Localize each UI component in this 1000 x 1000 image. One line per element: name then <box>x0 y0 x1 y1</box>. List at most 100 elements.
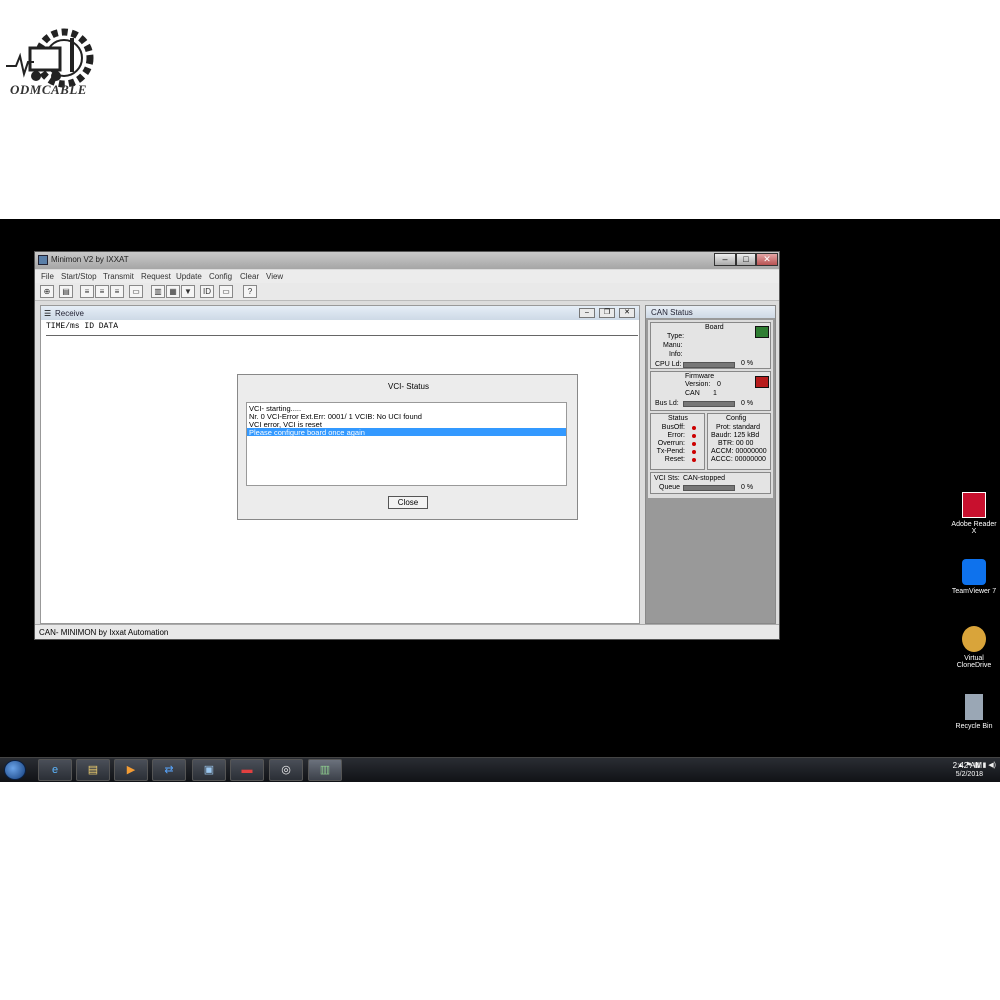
menu-update[interactable]: Update <box>176 272 202 281</box>
busoff-led <box>692 426 696 430</box>
status-text: CAN- MINIMON by Ixxat Automation <box>39 628 169 637</box>
teamviewer-icon <box>962 559 986 585</box>
list-item-selected[interactable]: Please configure board once again <box>249 428 365 437</box>
overrun-led <box>692 442 696 446</box>
config-heading: Config <box>726 415 747 422</box>
internet-explorer-icon[interactable]: e <box>38 759 72 781</box>
taskbar: e ▤ ▶ ⇄ ▣ ▬ ◎ ▥ ▲ ⚑ ▦ ▮ ◀) 2:42 AM 5/2/2… <box>0 757 1000 782</box>
chip-icon <box>755 376 769 388</box>
info-label: Info: <box>669 351 683 358</box>
desktop-icon-recycle-bin[interactable]: Recycle Bin <box>950 694 998 730</box>
vci-status-value: CAN-stopped <box>683 475 726 482</box>
toolbox-icon[interactable]: ▬ <box>230 759 264 781</box>
maximize-button[interactable]: □ <box>736 253 756 266</box>
filter-icon[interactable]: ▥ <box>151 285 165 298</box>
menu-file[interactable]: File <box>41 272 54 281</box>
panel-close-button[interactable]: ✕ <box>619 308 635 318</box>
version-value: 0 <box>717 381 721 388</box>
minimize-button[interactable]: – <box>714 253 736 266</box>
connect-icon[interactable]: ⊕ <box>40 285 54 298</box>
list-icon: ☰ <box>44 309 52 318</box>
bus-load-meter <box>683 401 735 407</box>
file-explorer-icon[interactable]: ▤ <box>76 759 110 781</box>
overrun-label: Overrun: <box>657 440 685 447</box>
update-icon[interactable]: ≡ <box>110 285 124 298</box>
remote-app-icon[interactable]: ▣ <box>192 759 226 781</box>
desktop-icon-adobe-reader[interactable]: Adobe Reader X <box>950 492 998 535</box>
desktop-icon-label: Recycle Bin <box>955 723 993 730</box>
clock-time[interactable]: 2:42 AM <box>953 761 982 770</box>
status-message-list[interactable]: VCI- starting..... Nr. 0 VCI-Error Ext.E… <box>246 402 567 486</box>
menu-view[interactable]: View <box>266 272 283 281</box>
menu-request[interactable]: Request <box>141 272 171 281</box>
menu-start-stop[interactable]: Start/Stop <box>61 272 97 281</box>
request-icon[interactable]: ≡ <box>95 285 109 298</box>
desktop-icon-teamviewer[interactable]: TeamViewer 7 <box>950 559 998 595</box>
can-status-body: Board Type: Manu: Info: CPU Ld: 0 % Firm… <box>648 320 773 498</box>
diagnostic-app-icon[interactable]: ◎ <box>269 759 303 781</box>
desktop-icon-label: Virtual CloneDrive <box>956 655 992 669</box>
desktop: Minimon V2 by IXXAT – □ ✕ File Start/Sto… <box>0 219 1000 782</box>
can-label: CAN <box>685 390 700 397</box>
prot-value: Prot: standard <box>716 424 760 431</box>
config-section: Config Prot: standard Baudr: 125 kBd BTR… <box>707 413 771 470</box>
close-button[interactable]: Close <box>388 496 428 509</box>
board-section: Board Type: Manu: Info: CPU Ld: 0 % <box>650 322 771 369</box>
help-button[interactable]: ? <box>243 285 257 298</box>
type-label: Type: <box>667 333 685 340</box>
bus-load-value: 0 % <box>741 400 754 407</box>
recycle-bin-icon <box>965 694 983 720</box>
queue-label: Queue <box>659 484 681 491</box>
baudrate-value: Baudr: 125 kBd <box>711 432 760 439</box>
ixxat-app-icon[interactable]: ▥ <box>308 759 342 781</box>
cpu-load-meter <box>683 362 735 368</box>
dialog-title: VCI- Status <box>388 382 429 391</box>
can-status-panel: CAN Status Board Type: Manu: Info: CPU L… <box>645 305 776 624</box>
firmware-heading: Firmware <box>685 373 715 380</box>
tx-pend-label: Tx-Pend: <box>656 448 685 455</box>
busoff-label: BusOff: <box>661 424 685 431</box>
receive-title-bar: ☰ Receive – ❐ ✕ <box>41 306 639 320</box>
grid-icon[interactable]: ▦ <box>166 285 180 298</box>
error-label: Error: <box>667 432 686 439</box>
transmit-icon[interactable]: ≡ <box>80 285 94 298</box>
media-player-icon[interactable]: ▶ <box>114 759 148 781</box>
vci-status-dialog: VCI- Status VCI- starting..... Nr. 0 VCI… <box>237 374 578 520</box>
save-icon[interactable]: ▭ <box>129 285 143 298</box>
menu-clear[interactable]: Clear <box>240 272 259 281</box>
close-window-button[interactable]: ✕ <box>756 253 778 266</box>
menu-transmit[interactable]: Transmit <box>103 272 134 281</box>
version-label: Version: <box>685 381 711 388</box>
window-title: Minimon V2 by IXXAT <box>51 255 129 264</box>
desktop-icon-virtual-clonedrive[interactable]: Virtual CloneDrive <box>950 626 998 669</box>
desktop-icon-label: TeamViewer 7 <box>951 588 997 595</box>
manu-label: Manu: <box>663 342 683 349</box>
pdf-icon <box>962 492 986 518</box>
can-status-title: CAN Status <box>651 308 693 317</box>
title-bar[interactable]: Minimon V2 by IXXAT – □ ✕ <box>35 252 779 269</box>
funnel-icon[interactable]: ▼ <box>181 285 195 298</box>
status-section: Status BusOff: Error: Overrun: Tx-Pend: … <box>650 413 705 470</box>
toolbar: ⊕ ▤ ≡ ≡ ≡ ▭ ▥ ▦ ▼ ID ▭ ? <box>35 283 779 301</box>
panel-restore-button[interactable]: ❐ <box>599 308 615 318</box>
menu-config[interactable]: Config <box>209 272 232 281</box>
window-icon[interactable]: ▭ <box>219 285 233 298</box>
teamviewer-taskbar-icon[interactable]: ⇄ <box>152 759 186 781</box>
board-icon[interactable]: ▤ <box>59 285 73 298</box>
minimon-window: Minimon V2 by IXXAT – □ ✕ File Start/Sto… <box>34 251 780 640</box>
clock-date[interactable]: 5/2/2018 <box>956 771 983 778</box>
menu-bar: File Start/Stop Transmit Request Update … <box>35 270 779 283</box>
cpu-value: 0 % <box>741 360 754 367</box>
brand-name: ODMCABLE <box>10 82 87 97</box>
btr-value: BTR: 00 00 <box>718 440 754 447</box>
desktop-icon-label: Adobe Reader X <box>951 521 997 535</box>
panel-minimize-button[interactable]: – <box>579 308 595 318</box>
can-value: 1 <box>713 390 717 397</box>
queue-meter <box>683 485 735 491</box>
tx-pend-led <box>692 450 696 454</box>
start-button[interactable] <box>4 760 26 780</box>
status-bar: CAN- MINIMON by Ixxat Automation <box>35 624 779 639</box>
receive-title: Receive <box>55 309 84 318</box>
id-icon[interactable]: ID <box>200 285 214 298</box>
sheep-icon <box>962 626 986 652</box>
